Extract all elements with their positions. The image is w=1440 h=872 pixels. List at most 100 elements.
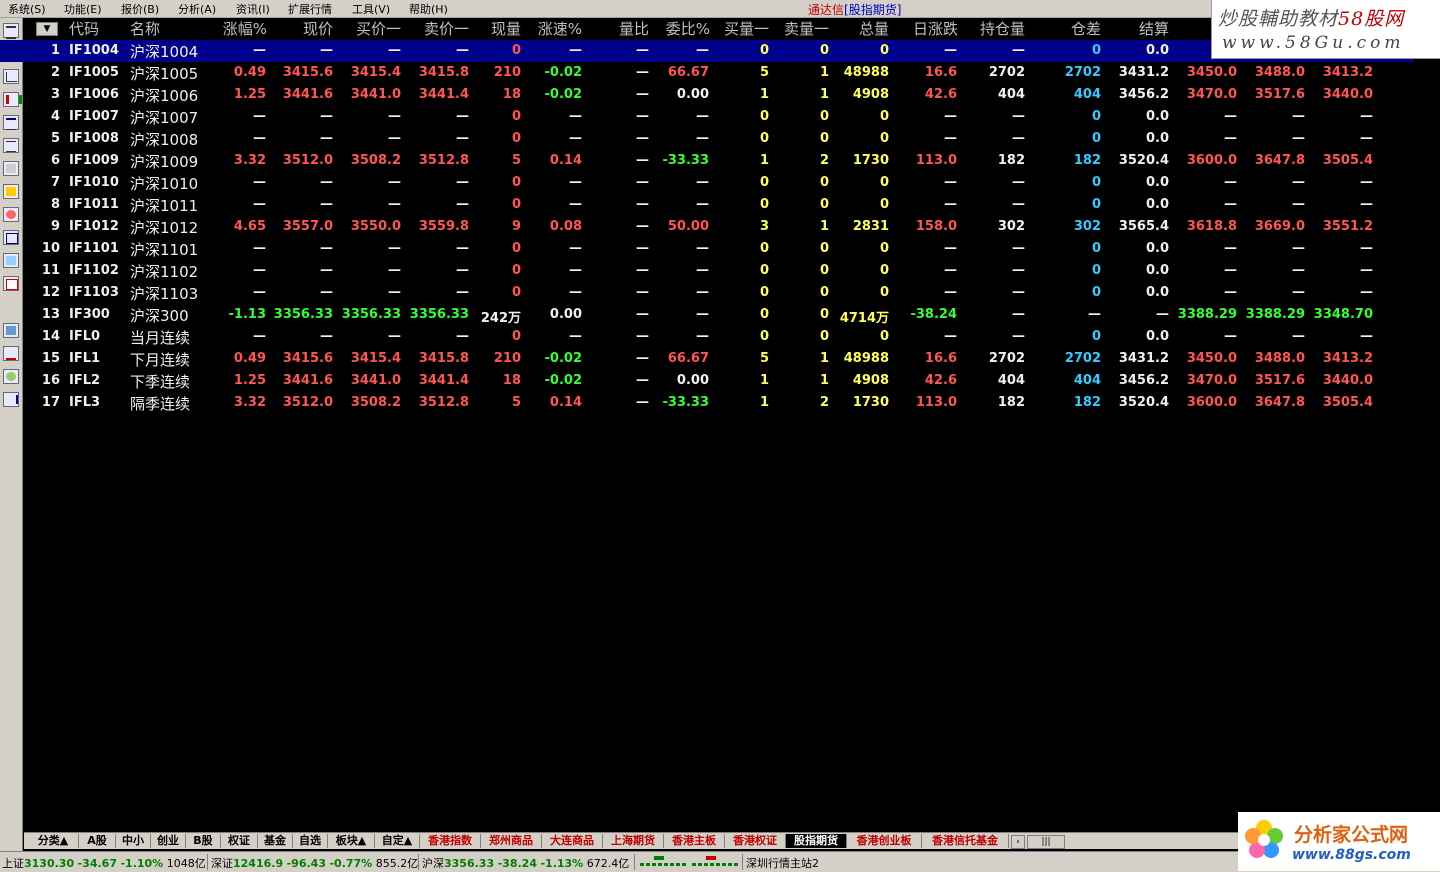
col-header-speed[interactable]: 涨速% [524, 18, 582, 40]
table-row[interactable]: 16 IFL2 下季连续 1.25 3441.6 3441.0 3441.4 18 -0.02 —… [0, 370, 1414, 392]
market-strength-icon [640, 856, 740, 868]
menu-help[interactable]: 帮助(H) [409, 1, 448, 17]
tab-market-7[interactable]: 自选 [293, 834, 328, 848]
cell-vol-ratio: — [636, 241, 649, 256]
cell-vol-ratio: — [636, 395, 649, 410]
col-header-name[interactable]: 名称 [130, 18, 160, 40]
menu-function[interactable]: 功能(E) [64, 1, 102, 17]
tab-market-3[interactable]: 创业 [151, 834, 186, 848]
col-header-order-ratio[interactable]: 委比% [652, 18, 710, 40]
col-header-oi-diff[interactable]: 仓差 [1028, 18, 1101, 40]
col-header-day-change[interactable]: 日涨跌 [892, 18, 958, 40]
tab-market-8[interactable]: 板块▲ [328, 834, 375, 848]
col-header-settle[interactable]: 结算 [1104, 18, 1169, 40]
cell-bid-vol1: 0 [759, 307, 769, 322]
table-row[interactable]: 10 IF1101 沪深1101 — — — — 0 — — — 0 0 0 — — 0 0.0 — — — [0, 238, 1414, 260]
tab-market-13[interactable]: 上海期货 [603, 834, 664, 848]
col-header-ask1[interactable]: 卖价一 [404, 18, 469, 40]
cell-price: — [320, 109, 333, 124]
col-header-bid1[interactable]: 买价一 [336, 18, 401, 40]
table-row[interactable]: 6 IF1009 沪深1009 3.32 3512.0 3508.2 3512.8 5 0.14… [0, 150, 1414, 172]
cell-vol-ratio: — [636, 285, 649, 300]
tab-scroll-left-icon[interactable]: ‹ [1011, 835, 1025, 849]
cell-bid1: — [388, 263, 401, 278]
table-row[interactable]: 15 IFL1 下月连续 0.49 3415.6 3415.4 3415.8 210 -0.02… [0, 348, 1414, 370]
table-row[interactable]: 14 IFL0 当月连续 — — — — 0 — — — 0 0 0 — — 0 0.0 — — — [0, 326, 1414, 348]
tab-market-17[interactable]: 香港创业板 [847, 834, 922, 848]
table-row[interactable]: 9 IF1012 沪深1012 4.65 3557.0 3550.0 3559.8 9 0.08… [0, 216, 1414, 238]
tab-market-14[interactable]: 香港主板 [664, 834, 725, 848]
table-row[interactable]: 11 IF1102 沪深1102 — — — — 0 — — — 0 0 0 — — 0 0.0 — — — [0, 260, 1414, 282]
tab-market-0[interactable]: 分类▲ [28, 834, 79, 848]
tab-market-12[interactable]: 大连商品 [542, 834, 603, 848]
row-index: 16 [41, 373, 60, 388]
status-hs-pct: -1.13% [540, 857, 584, 870]
cell-open: 3388.29 [1177, 307, 1237, 322]
cell-low: 3551.2 [1322, 219, 1373, 234]
tab-market-15[interactable]: 香港权证 [725, 834, 786, 848]
table-row[interactable]: 5 IF1008 沪深1008 — — — — 0 — — — 0 0 0 — — 0 0.0 — — — [0, 128, 1414, 150]
menu-analysis[interactable]: 分析(A) [178, 1, 216, 17]
tab-market-6[interactable]: 基金 [258, 834, 293, 848]
col-header-ask-vol1[interactable]: 卖量一 [772, 18, 829, 40]
menu-tools[interactable]: 工具(V) [352, 1, 390, 17]
menu-quote[interactable]: 报价(B) [121, 1, 159, 17]
table-row[interactable]: 13 IF300 沪深300 -1.13 3356.33 3356.33 3356.33 24… [0, 304, 1414, 326]
status-server[interactable]: 深圳行情主站2 [746, 855, 819, 871]
tab-market-4[interactable]: B股 [186, 834, 221, 848]
cell-price: 3441.6 [282, 87, 333, 102]
menu-info[interactable]: 资讯(I) [236, 1, 270, 17]
table-row[interactable]: 2 IF1005 沪深1005 0.49 3415.6 3415.4 3415.8 210 -0… [0, 62, 1414, 84]
row-index: 4 [50, 109, 60, 124]
table-row[interactable]: 3 IF1006 沪深1006 1.25 3441.6 3441.0 3441.4 18 -0.… [0, 84, 1414, 106]
cell-change-pct: 1.25 [233, 87, 266, 102]
table-row[interactable]: 4 IF1007 沪深1007 — — — — 0 — — — 0 0 0 — — 0 0.0 — — — [0, 106, 1414, 128]
col-header-price[interactable]: 现价 [270, 18, 333, 40]
tab-scrollbar-thumb[interactable]: ||| [1027, 835, 1065, 849]
col-header-vol-ratio[interactable]: 量比 [585, 18, 649, 40]
tab-market-1[interactable]: A股 [79, 834, 116, 848]
cell-open-interest: — [1012, 307, 1025, 322]
table-row[interactable]: 12 IF1103 沪深1103 — — — — 0 — — — 0 0 0 — — 0 0.0 — — — [0, 282, 1414, 304]
tab-market-10[interactable]: 香港指数 [420, 834, 481, 848]
col-header-total-vol[interactable]: 总量 [832, 18, 889, 40]
cell-speed: -0.02 [544, 87, 582, 102]
cell-order-ratio: — [696, 285, 709, 300]
col-header-current-vol[interactable]: 现量 [472, 18, 521, 40]
tab-market-5[interactable]: 权证 [221, 834, 258, 848]
cell-code: IF300 [69, 307, 110, 322]
cell-oi-diff: 2702 [1064, 65, 1101, 80]
status-shenzhen[interactable]: 深证12416.9 -96.43 -0.77% 855.2亿 [211, 855, 418, 871]
col-header-code[interactable]: 代码 [69, 18, 99, 40]
cell-name: 沪深1010 [130, 175, 199, 193]
cell-code: IF1008 [69, 131, 119, 146]
sort-dropdown-button[interactable]: ▼ [36, 22, 58, 36]
tab-market-18[interactable]: 香港信托基金 [922, 834, 1009, 848]
cell-total-vol: 4908 [852, 373, 889, 388]
cell-price: 3512.0 [282, 395, 333, 410]
quote-list-icon[interactable] [3, 23, 19, 39]
status-shanghai[interactable]: 上证3130.30 -34.67 -1.10% 1048亿 [2, 855, 206, 871]
cell-total-vol: 0 [879, 241, 889, 256]
table-row[interactable]: 7 IF1010 沪深1010 — — — — 0 — — — 0 0 0 — — 0 0.0 — — — [0, 172, 1414, 194]
cell-ask-vol1: 0 [819, 329, 829, 344]
tab-market-16[interactable]: 股指期货 [786, 834, 847, 848]
cell-current-vol: 0 [511, 285, 521, 300]
cell-total-vol: 4714万 [839, 311, 889, 326]
status-hs300[interactable]: 沪深3356.33 -38.24 -1.13% 672.4亿 [422, 855, 629, 871]
menu-extended[interactable]: 扩展行情 [288, 1, 332, 17]
cell-oi-diff: 0 [1091, 109, 1101, 124]
col-header-open-interest[interactable]: 持仓量 [961, 18, 1025, 40]
col-header-bid-vol1[interactable]: 买量一 [713, 18, 769, 40]
table-row[interactable]: 8 IF1011 沪深1011 — — — — 0 — — — 0 0 0 — — 0 0.0 — — — [0, 194, 1414, 216]
menu-system[interactable]: 系统(S) [8, 1, 46, 17]
table-row[interactable]: 17 IFL3 隔季连续 3.32 3512.0 3508.2 3512.8 5 0.14 — -3… [0, 392, 1414, 414]
cell-day-change: — [944, 109, 957, 124]
cell-order-ratio: — [696, 263, 709, 278]
cell-speed: — [569, 131, 582, 146]
table-row[interactable]: 1IF1004沪深1004————0———000——00.0——— [0, 40, 1414, 62]
tab-market-2[interactable]: 中小 [116, 834, 151, 848]
tab-market-9[interactable]: 自定▲ [375, 834, 420, 848]
col-header-change-pct[interactable]: 涨幅% [205, 18, 267, 40]
tab-market-11[interactable]: 郑州商品 [481, 834, 542, 848]
